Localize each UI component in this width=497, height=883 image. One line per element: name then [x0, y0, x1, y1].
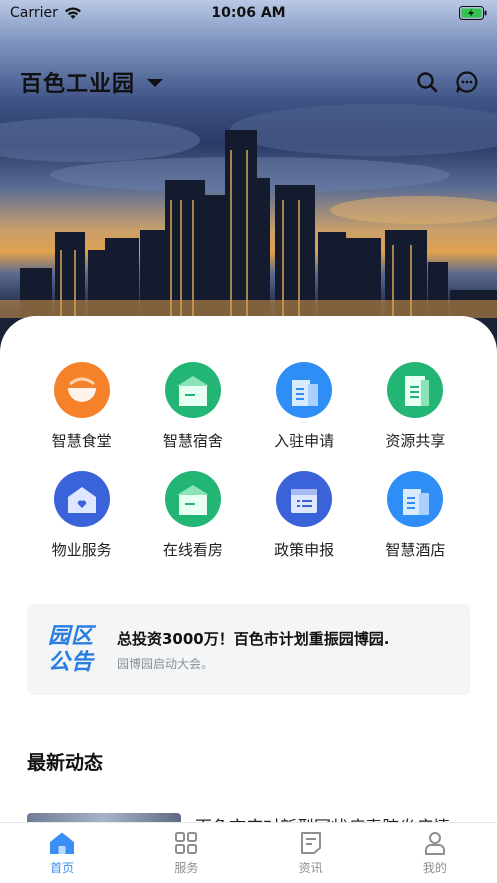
service-canteen[interactable]: 智慧食堂: [26, 362, 137, 451]
service-policy-declare[interactable]: 政策申报: [249, 471, 360, 560]
message-button[interactable]: [455, 70, 479, 94]
service-grid: 智慧食堂 智慧宿舍 入驻申请 资源共享 物业服务 在线看房 政策申报 智慧酒店: [26, 362, 471, 560]
tab-bar: 首页 服务 资讯 我的: [0, 822, 497, 883]
property-service-icon: [53, 471, 110, 527]
chevron-down-icon[interactable]: [147, 79, 164, 87]
chat-bubble-icon: [456, 71, 478, 93]
header-bar: 百色工业园: [20, 62, 479, 102]
hotel-icon: [387, 471, 444, 527]
tab-label: 服务: [174, 861, 199, 875]
tab-label: 资讯: [298, 861, 323, 875]
content-card: 智慧食堂 智慧宿舍 入驻申请 资源共享 物业服务 在线看房 政策申报 智慧酒店 …: [0, 316, 497, 837]
resource-share-icon: [387, 362, 444, 418]
canteen-icon: [53, 362, 110, 418]
service-label: 智慧食堂: [51, 432, 112, 450]
service-resource-share[interactable]: 资源共享: [360, 362, 471, 451]
service-label: 政策申报: [274, 541, 335, 559]
user-icon: [424, 832, 445, 855]
battery-icon: [459, 6, 487, 20]
online-viewing-icon: [164, 471, 221, 527]
news-icon: [300, 832, 321, 854]
city-skyline-image: [0, 104, 497, 360]
service-label: 物业服务: [51, 541, 112, 559]
home-icon: [50, 832, 75, 854]
hero-banner: Carrier 10:06 AM 百色工业园: [0, 0, 497, 360]
park-title[interactable]: 百色工业园: [20, 66, 135, 98]
service-label: 智慧酒店: [385, 541, 446, 559]
tab-news[interactable]: 资讯: [249, 823, 373, 883]
notice-badge: 园区 公告: [27, 604, 115, 695]
status-bar: Carrier 10:06 AM: [0, 0, 497, 26]
search-button[interactable]: [415, 70, 439, 94]
service-hotel[interactable]: 智慧酒店: [360, 471, 471, 560]
service-label: 在线看房: [162, 541, 223, 559]
notice-badge-line2: 公告: [47, 649, 94, 675]
tab-label: 首页: [50, 861, 75, 875]
service-online-viewing[interactable]: 在线看房: [137, 471, 248, 560]
tab-label: 我的: [422, 861, 447, 875]
latest-news-title: 最新动态: [27, 752, 104, 774]
service-property[interactable]: 物业服务: [26, 471, 137, 560]
dormitory-icon: [164, 362, 221, 418]
service-dormitory[interactable]: 智慧宿舍: [137, 362, 248, 451]
service-settle-apply[interactable]: 入驻申请: [249, 362, 360, 451]
tab-home[interactable]: 首页: [0, 823, 124, 883]
park-notice[interactable]: 园区 公告 总投资3000万！百色市计划重振园博园. 园博园启动大会。: [27, 604, 470, 695]
tab-services[interactable]: 服务: [124, 823, 248, 883]
status-time: 10:06 AM: [211, 5, 286, 21]
service-label: 资源共享: [385, 432, 446, 450]
settle-apply-icon: [276, 362, 333, 418]
search-icon: [417, 72, 438, 93]
service-label: 入驻申请: [274, 432, 335, 450]
tab-mine[interactable]: 我的: [373, 823, 497, 883]
grid-icon: [175, 832, 198, 854]
notice-headline: 总投资3000万！百色市计划重振园博园.: [117, 629, 390, 648]
service-label: 智慧宿舍: [162, 432, 223, 450]
policy-declare-icon: [276, 471, 333, 527]
notice-badge-line1: 园区: [47, 623, 94, 649]
notice-subtitle: 园博园启动大会。: [117, 656, 214, 671]
